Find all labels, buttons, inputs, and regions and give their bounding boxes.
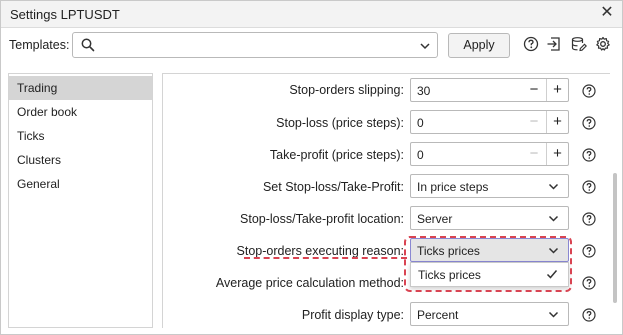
database-edit-icon[interactable] bbox=[571, 36, 587, 52]
help-icon[interactable] bbox=[582, 308, 596, 322]
set-sl-tp-value: In price steps bbox=[417, 180, 489, 194]
stop-orders-slipping-stepper[interactable]: 30 − + bbox=[410, 78, 569, 102]
close-icon[interactable]: ✕ bbox=[598, 3, 616, 23]
title-bar: Settings LPTUSDT ✕ bbox=[1, 1, 622, 28]
profit-display-type-label: Profit display type: bbox=[301, 308, 404, 322]
profit-display-type-select[interactable]: Percent bbox=[410, 302, 569, 326]
profit-display-type-value: Percent bbox=[417, 308, 459, 322]
stop-orders-reason-label: Stop-orders executing reason: bbox=[236, 244, 404, 258]
templates-search-combo[interactable] bbox=[72, 32, 438, 58]
apply-button[interactable]: Apply bbox=[448, 33, 510, 58]
stop-loss-label: Stop-loss (price steps): bbox=[276, 116, 404, 130]
sidebar-item-clusters[interactable]: Clusters bbox=[9, 148, 152, 172]
stop-loss-value[interactable]: 0 bbox=[417, 116, 424, 130]
annotation-highlight-box bbox=[404, 236, 572, 292]
take-profit-stepper[interactable]: 0 − + bbox=[410, 142, 569, 166]
sidebar-item-order-book[interactable]: Order book bbox=[9, 100, 152, 124]
decrement-button[interactable]: − bbox=[523, 111, 545, 133]
help-icon[interactable] bbox=[523, 36, 539, 52]
help-icon[interactable] bbox=[582, 276, 596, 290]
chevron-down-icon bbox=[548, 311, 559, 318]
increment-button[interactable]: + bbox=[546, 79, 568, 101]
help-icon[interactable] bbox=[582, 212, 596, 226]
increment-button[interactable]: + bbox=[546, 111, 568, 133]
sl-tp-location-select[interactable]: Server bbox=[410, 206, 569, 230]
decrement-button[interactable]: − bbox=[523, 79, 545, 101]
help-icon[interactable] bbox=[582, 116, 596, 130]
chevron-down-icon bbox=[548, 215, 559, 222]
window-title: Settings LPTUSDT bbox=[10, 7, 120, 22]
sidebar-item-trading[interactable]: Trading bbox=[9, 76, 152, 100]
take-profit-value[interactable]: 0 bbox=[417, 148, 424, 162]
settings-window: Settings LPTUSDT ✕ Templates: Apply Trad… bbox=[0, 0, 623, 335]
help-icon[interactable] bbox=[582, 244, 596, 258]
stop-loss-stepper[interactable]: 0 − + bbox=[410, 110, 569, 134]
chevron-down-icon bbox=[548, 183, 559, 190]
avg-price-method-label: Average price calculation method: bbox=[215, 276, 404, 290]
set-sl-tp-label: Set Stop-loss/Take-Profit: bbox=[262, 180, 404, 194]
help-icon[interactable] bbox=[582, 84, 596, 98]
sl-tp-location-value: Server bbox=[417, 212, 453, 226]
decrement-button[interactable]: − bbox=[523, 143, 545, 165]
sidebar-item-general[interactable]: General bbox=[9, 172, 152, 196]
annotation-underline bbox=[244, 257, 407, 259]
take-profit-label: Take-profit (price steps): bbox=[269, 148, 404, 162]
stop-orders-slipping-label: Stop-orders slipping: bbox=[289, 83, 404, 97]
help-icon[interactable] bbox=[582, 148, 596, 162]
set-sl-tp-select[interactable]: In price steps bbox=[410, 174, 569, 198]
chevron-down-icon[interactable] bbox=[419, 40, 431, 52]
import-icon[interactable] bbox=[546, 36, 562, 52]
increment-button[interactable]: + bbox=[546, 143, 568, 165]
stop-orders-slipping-value[interactable]: 30 bbox=[417, 84, 430, 98]
help-icon[interactable] bbox=[582, 180, 596, 194]
vertical-scrollbar-thumb[interactable] bbox=[613, 173, 617, 303]
templates-label: Templates: bbox=[9, 38, 70, 52]
sl-tp-location-label: Stop-loss/Take-profit location: bbox=[240, 212, 404, 226]
sidebar-item-ticks[interactable]: Ticks bbox=[9, 124, 152, 148]
settings-sidebar: Trading Order book Ticks Clusters Genera… bbox=[8, 73, 153, 328]
gear-icon[interactable] bbox=[595, 36, 611, 52]
search-icon bbox=[81, 38, 95, 52]
